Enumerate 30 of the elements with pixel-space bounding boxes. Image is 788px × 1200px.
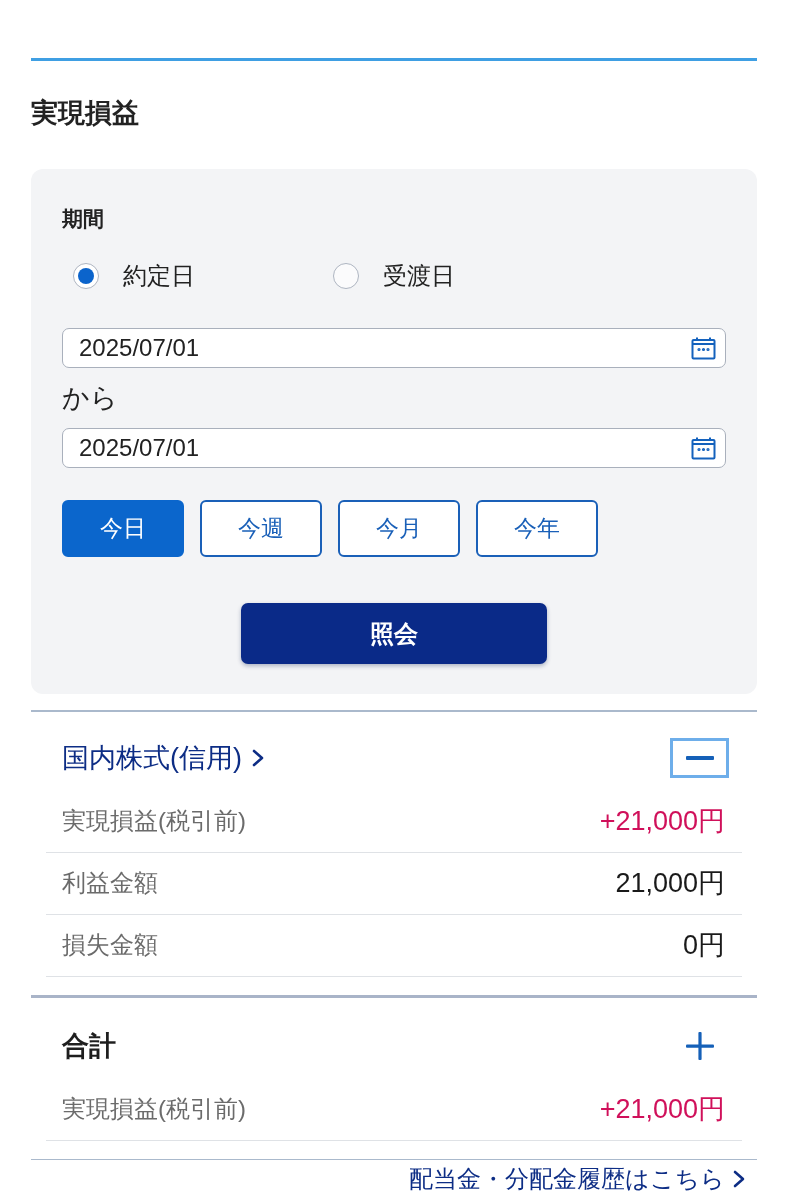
calendar-icon: [691, 436, 716, 460]
calendar-icon: [691, 336, 716, 360]
date-type-radio[interactable]: 約定日: [73, 259, 333, 293]
section-title: 合計: [62, 1029, 116, 1063]
minus-icon: [685, 755, 714, 760]
collapse-button[interactable]: [670, 737, 729, 778]
row-value: 21,000円: [615, 867, 725, 900]
quick-range-button[interactable]: 今週: [200, 500, 322, 557]
chevron-right-icon: [733, 1170, 745, 1188]
row-value: 0円: [682, 929, 725, 962]
row-label: 損失金額: [62, 930, 158, 960]
start-date-field[interactable]: 2025/07/01: [62, 328, 726, 368]
quick-range-button[interactable]: 今日: [62, 500, 184, 557]
chevron-right-icon: [252, 748, 264, 767]
range-separator-text: から: [62, 382, 118, 415]
period-label: 期間: [62, 206, 104, 232]
end-date-field[interactable]: 2025/07/01: [62, 428, 726, 468]
dividend-history-link[interactable]: 配当金・分配金履歴はこちら: [409, 1166, 745, 1192]
quick-range-button[interactable]: 今月: [338, 500, 460, 557]
row-label: 実現損益(税引前): [62, 806, 246, 836]
row-value: +21,000円: [599, 805, 725, 838]
page-title: 実現損益: [31, 97, 140, 130]
row-label: 利益金額: [62, 868, 158, 898]
row-value: +21,000円: [599, 1093, 725, 1126]
date-type-radio[interactable]: 受渡日: [333, 259, 593, 293]
quick-range-button[interactable]: 今年: [476, 500, 598, 557]
query-button[interactable]: 照会: [241, 603, 547, 664]
row-label: 実現損益(税引前): [62, 1094, 246, 1124]
section-link[interactable]: 国内株式(信用): [62, 739, 264, 776]
plus-icon: [685, 1031, 714, 1060]
